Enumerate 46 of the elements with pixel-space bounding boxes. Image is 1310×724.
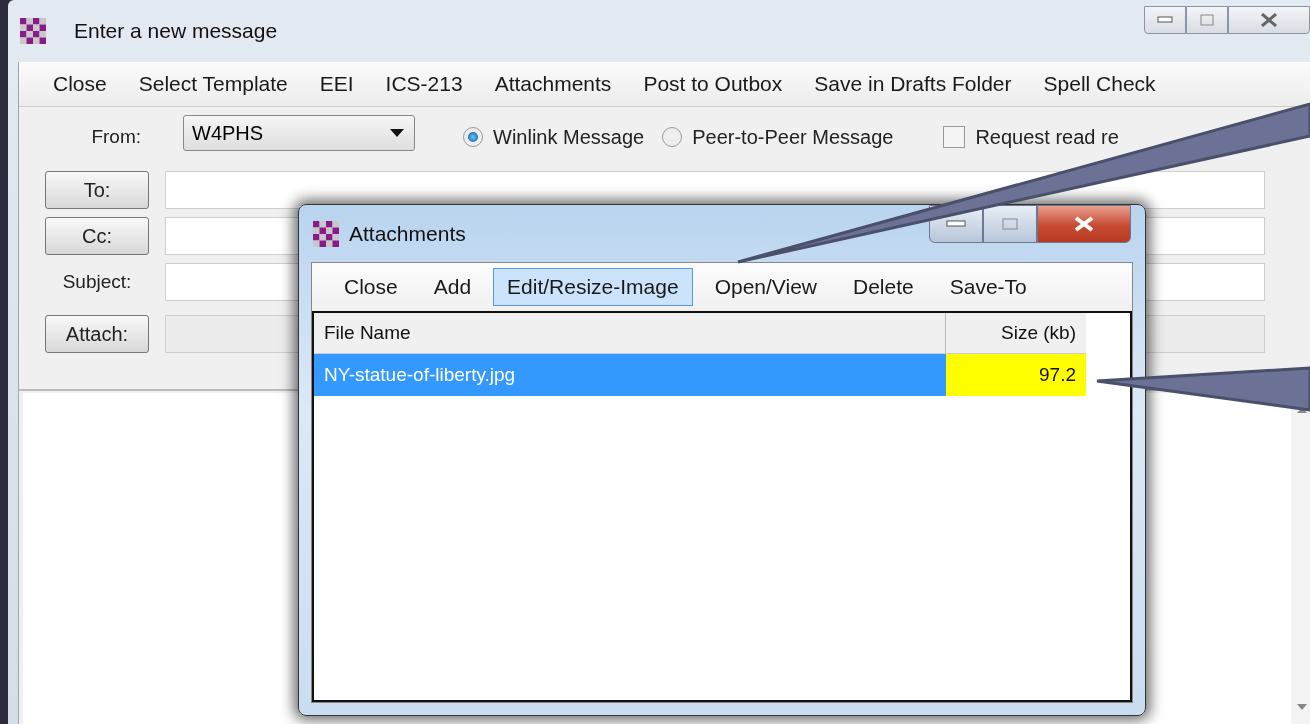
- menu-item[interactable]: Close: [330, 268, 412, 306]
- field-button[interactable]: Cc:: [45, 217, 149, 255]
- dialog-title: Attachments: [349, 221, 466, 246]
- menu-item[interactable]: Delete: [839, 268, 928, 306]
- field-label: Subject:: [61, 271, 133, 293]
- checkbox-label: Request read re: [975, 125, 1119, 149]
- from-label: From:: [90, 126, 142, 148]
- radio-button[interactable]: [662, 127, 683, 147]
- close-icon: [1073, 216, 1095, 232]
- maximize-icon: [1200, 14, 1214, 26]
- menu-item[interactable]: Select Template: [128, 68, 298, 100]
- close-button[interactable]: [1228, 6, 1310, 34]
- radio-label: Winlink Message: [493, 125, 645, 149]
- dropdown-caret-icon: [390, 129, 404, 137]
- menu-item[interactable]: Close: [43, 68, 117, 100]
- size-cell: 97.2: [945, 353, 1086, 396]
- menu-item[interactable]: Add: [419, 268, 486, 306]
- menu-item[interactable]: ICS-213: [375, 68, 473, 100]
- maximize-button[interactable]: [1186, 6, 1228, 34]
- menu-item[interactable]: Open/View: [700, 268, 831, 306]
- minimize-icon: [946, 220, 966, 228]
- checkbox[interactable]: [943, 126, 966, 148]
- app-logo-icon: [313, 220, 339, 247]
- menu-item[interactable]: Edit/Resize-Image: [493, 268, 693, 306]
- menu-item[interactable]: Spell Check: [1033, 68, 1166, 100]
- column-header[interactable]: Size (kb): [945, 313, 1086, 354]
- app-logo-icon: [20, 18, 46, 44]
- menu-item[interactable]: Save in Drafts Folder: [804, 68, 1022, 100]
- scroll-down-icon: [1297, 704, 1307, 710]
- window-title: Enter a new message: [74, 19, 278, 43]
- menu-item[interactable]: Post to Outbox: [633, 68, 793, 100]
- menu-item[interactable]: Save-To: [935, 268, 1041, 306]
- column-header[interactable]: File Name: [314, 313, 946, 354]
- field-button[interactable]: To:: [45, 171, 149, 209]
- radio-button[interactable]: [463, 127, 483, 147]
- maximize-button[interactable]: [983, 205, 1037, 243]
- maximize-icon: [1002, 218, 1018, 230]
- from-dropdown[interactable]: W4PHS: [183, 115, 415, 151]
- attachment-row[interactable]: NY-statue-of-liberty.jpg 97.2: [314, 353, 1086, 396]
- menu-item[interactable]: Attachments: [484, 68, 622, 100]
- file-name-cell: NY-statue-of-liberty.jpg: [314, 353, 946, 396]
- close-button[interactable]: [1037, 205, 1131, 243]
- minimize-icon: [1157, 16, 1173, 24]
- menu-item[interactable]: EEI: [309, 68, 364, 100]
- radio-label: Peer-to-Peer Message: [692, 125, 894, 149]
- close-icon: [1260, 13, 1278, 27]
